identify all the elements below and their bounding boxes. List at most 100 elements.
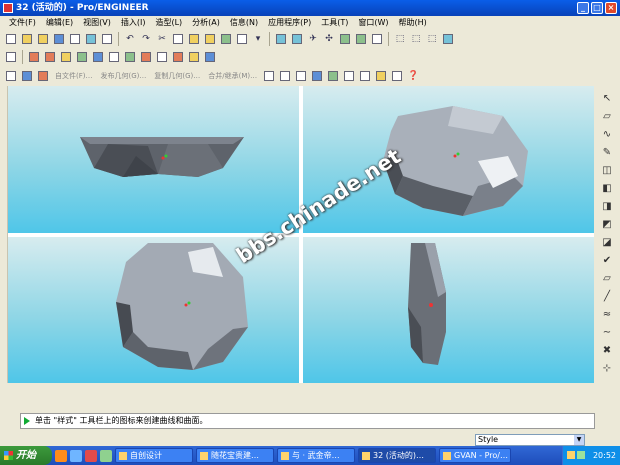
datum-planes-icon[interactable] bbox=[27, 50, 41, 64]
quicklaunch-desktop-icon[interactable] bbox=[100, 449, 112, 462]
spin-center-icon[interactable] bbox=[107, 50, 121, 64]
zoom-out-icon[interactable] bbox=[290, 32, 304, 46]
open-folder-icon[interactable] bbox=[36, 32, 50, 46]
menu-tools[interactable]: 工具(T) bbox=[316, 16, 353, 30]
zoom-in-icon[interactable] bbox=[274, 32, 288, 46]
cut-icon[interactable]: ✂ bbox=[155, 32, 169, 46]
viewport-front[interactable] bbox=[8, 86, 299, 233]
edit-curve-icon[interactable]: ✎ bbox=[599, 145, 615, 160]
publish-geometry-label[interactable]: 发布几何(G)… bbox=[98, 71, 150, 81]
new-file-icon[interactable] bbox=[4, 32, 18, 46]
wave-icon[interactable]: ≈ bbox=[599, 307, 615, 322]
curve-tool-icon[interactable]: ◪ bbox=[599, 235, 615, 250]
redo-icon[interactable]: ↷ bbox=[139, 32, 153, 46]
layers-icon[interactable] bbox=[354, 32, 368, 46]
graphics-window[interactable] bbox=[8, 86, 594, 383]
menu-style[interactable]: 造型(L) bbox=[150, 16, 187, 30]
done-check-icon[interactable]: ✔ bbox=[599, 253, 615, 268]
feature-tool-7-icon[interactable] bbox=[358, 69, 372, 83]
no-hidden-icon[interactable]: ⬚ bbox=[425, 32, 439, 46]
wireframe-icon[interactable]: ⬚ bbox=[393, 32, 407, 46]
taskbar-button-2[interactable]: 随花宝贵建… bbox=[196, 448, 274, 463]
feature-tool-3-icon[interactable] bbox=[294, 69, 308, 83]
start-button[interactable]: 开始 bbox=[0, 446, 52, 465]
feature-tool-9-icon[interactable] bbox=[390, 69, 404, 83]
feature-tool-2-icon[interactable] bbox=[278, 69, 292, 83]
style-selector[interactable]: Style ▼ bbox=[475, 434, 585, 446]
quicklaunch-app-icon[interactable] bbox=[85, 449, 97, 462]
merge-inherit-label[interactable]: 合并/继承(M)… bbox=[205, 71, 260, 81]
filter-dropdown-icon[interactable]: ▾ bbox=[251, 32, 265, 46]
check-geometry-icon[interactable] bbox=[20, 69, 34, 83]
whats-this-help-icon[interactable]: ❓ bbox=[406, 69, 420, 83]
csys-tool-icon[interactable] bbox=[203, 50, 217, 64]
misc-tool-icon[interactable]: ⊹ bbox=[599, 361, 615, 376]
delete-icon[interactable]: ✖ bbox=[599, 343, 615, 358]
left-resize-strip[interactable] bbox=[0, 86, 8, 386]
email-icon[interactable] bbox=[84, 32, 98, 46]
copy-geometry-icon[interactable] bbox=[4, 69, 18, 83]
datum-curve-tool-icon[interactable] bbox=[171, 50, 185, 64]
connect-icon[interactable]: ◩ bbox=[599, 217, 615, 232]
copy-geometry-label[interactable]: 复制几何(G)… bbox=[151, 71, 203, 81]
maximize-button[interactable]: □ bbox=[591, 2, 603, 14]
paste-special-icon[interactable] bbox=[203, 32, 217, 46]
boundary-surface-icon[interactable]: ◧ bbox=[599, 181, 615, 196]
model-tree-icon[interactable] bbox=[4, 50, 18, 64]
parallelogram-icon[interactable]: ▱ bbox=[599, 271, 615, 286]
shading-icon[interactable] bbox=[441, 32, 455, 46]
undo-icon[interactable]: ↶ bbox=[123, 32, 137, 46]
menu-help[interactable]: 帮助(H) bbox=[394, 16, 432, 30]
tray-icon-1[interactable] bbox=[567, 451, 575, 459]
viewport-isometric[interactable] bbox=[303, 86, 594, 233]
feature-tool-8-icon[interactable] bbox=[374, 69, 388, 83]
plane-icon[interactable]: ▱ bbox=[599, 109, 615, 124]
feature-tool-5-icon[interactable] bbox=[326, 69, 340, 83]
quicklaunch-firefox-icon[interactable] bbox=[55, 449, 67, 462]
open-file-icon[interactable] bbox=[20, 32, 34, 46]
coordinate-systems-icon[interactable] bbox=[75, 50, 89, 64]
print-icon[interactable] bbox=[68, 32, 82, 46]
quicklaunch-ie-icon[interactable] bbox=[70, 449, 82, 462]
menu-insert[interactable]: 插入(I) bbox=[116, 16, 151, 30]
select-arrow-icon[interactable]: ↖ bbox=[599, 91, 615, 106]
datum-points-icon[interactable] bbox=[59, 50, 73, 64]
select-icon[interactable] bbox=[235, 32, 249, 46]
menu-edit[interactable]: 编辑(E) bbox=[41, 16, 78, 30]
chevron-down-icon[interactable]: ▼ bbox=[574, 435, 584, 445]
minimize-button[interactable]: _ bbox=[577, 2, 589, 14]
curve-icon[interactable]: ∿ bbox=[599, 127, 615, 142]
datum-plane-tool-icon[interactable] bbox=[139, 50, 153, 64]
menu-view[interactable]: 视图(V) bbox=[78, 16, 116, 30]
save-icon[interactable] bbox=[52, 32, 66, 46]
taskbar-button-5[interactable]: GVAN - Pro/… bbox=[439, 448, 511, 463]
orient-icon[interactable]: ✣ bbox=[322, 32, 336, 46]
feature-tool-4-icon[interactable] bbox=[310, 69, 324, 83]
view-manager-icon[interactable] bbox=[370, 32, 384, 46]
copy-icon[interactable] bbox=[171, 32, 185, 46]
viewport-right[interactable] bbox=[303, 237, 594, 383]
send-icon[interactable] bbox=[100, 32, 114, 46]
refit-icon[interactable]: ✈ bbox=[306, 32, 320, 46]
menu-file[interactable]: 文件(F) bbox=[4, 16, 41, 30]
trim-icon[interactable]: ◨ bbox=[599, 199, 615, 214]
feature-tool-1-icon[interactable] bbox=[262, 69, 276, 83]
menu-analysis[interactable]: 分析(A) bbox=[187, 16, 225, 30]
sketch-tool-icon[interactable] bbox=[123, 50, 137, 64]
menu-applications[interactable]: 应用程序(P) bbox=[263, 16, 316, 30]
tray-icon-2[interactable] bbox=[577, 451, 585, 459]
taskbar-button-3[interactable]: 与 · 武金帝… bbox=[277, 448, 355, 463]
line-icon[interactable]: ╱ bbox=[599, 289, 615, 304]
datum-point-tool-icon[interactable] bbox=[187, 50, 201, 64]
close-button[interactable]: × bbox=[605, 2, 617, 14]
menu-window[interactable]: 窗口(W) bbox=[353, 16, 393, 30]
taskbar-button-1[interactable]: 自创设计 bbox=[115, 448, 193, 463]
regenerate-icon[interactable] bbox=[219, 32, 233, 46]
datum-axes-icon[interactable] bbox=[43, 50, 57, 64]
menu-info[interactable]: 信息(N) bbox=[225, 16, 263, 30]
datum-axis-tool-icon[interactable] bbox=[155, 50, 169, 64]
paste-icon[interactable] bbox=[187, 32, 201, 46]
hidden-line-icon[interactable]: ⬚ bbox=[409, 32, 423, 46]
saved-views-icon[interactable] bbox=[338, 32, 352, 46]
feature-tool-6-icon[interactable] bbox=[342, 69, 356, 83]
